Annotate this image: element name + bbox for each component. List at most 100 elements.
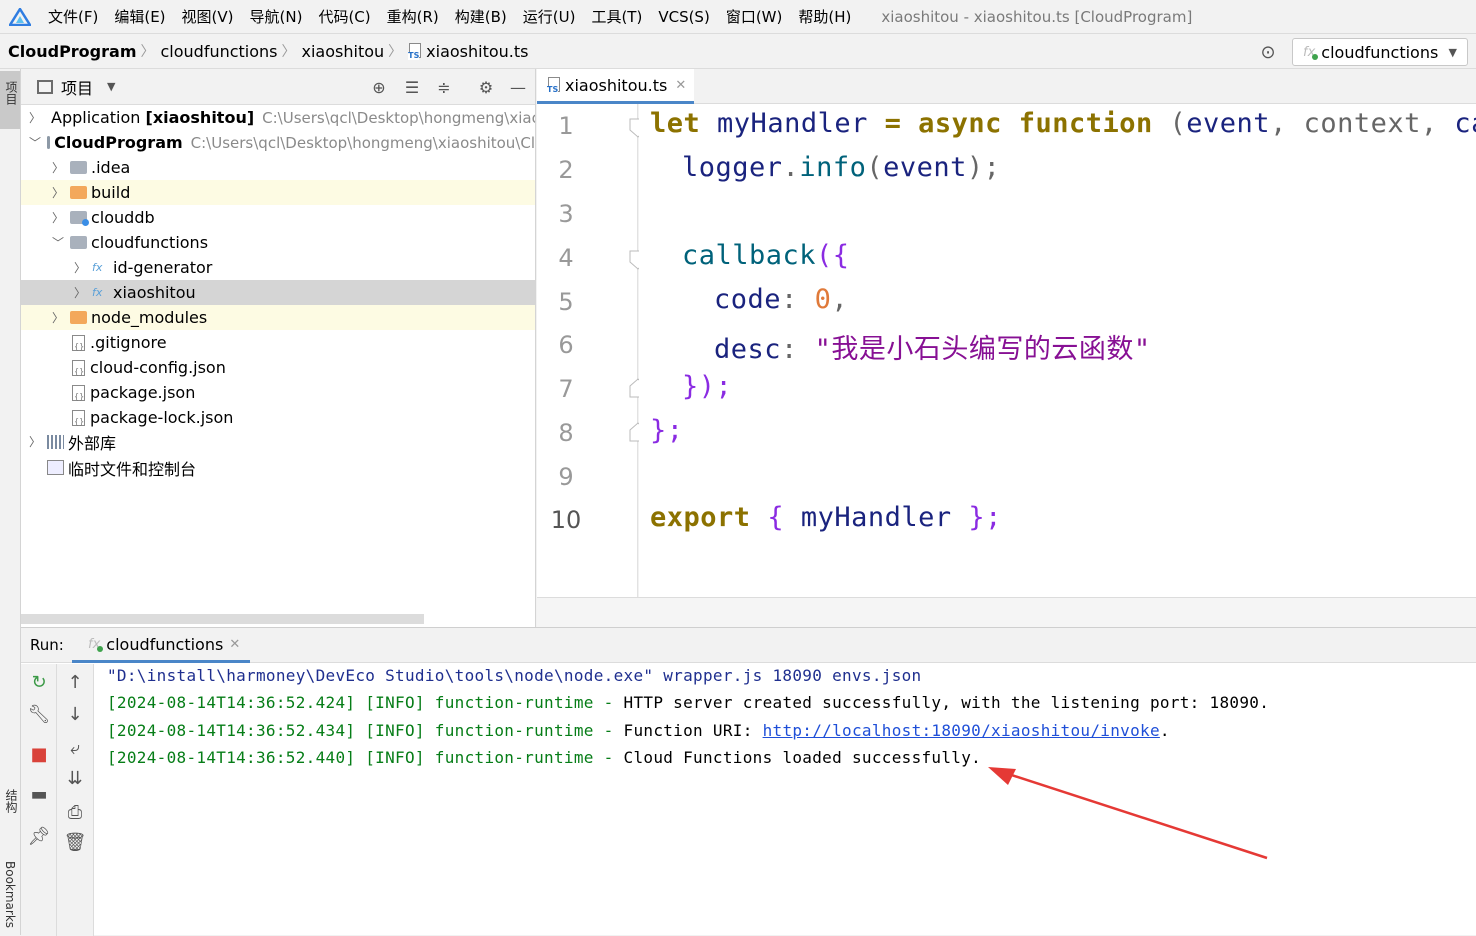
arrow-down-icon[interactable]: ↓ [63,702,87,726]
console-line: "D:\install\harmoney\DevEco Studio\tools… [107,666,922,685]
menu-edit[interactable]: 编辑(E) [106,6,173,27]
chevron-right-icon: 〉 [140,44,155,60]
tree-item-id-generator[interactable]: 〉 fx id-generator [21,255,535,280]
tree-item-xiaoshitou[interactable]: 〉 fx xiaoshitou [21,280,535,305]
chevron-right-icon: 〉 [388,44,403,60]
project-view-icon [37,79,53,94]
console-line: [2024-08-14T14:36:52.440] [INFO] functio… [107,748,982,767]
tree-item-node-modules[interactable]: 〉 node_modules [21,305,535,330]
minimize-icon[interactable]: — [508,77,528,97]
menu-build[interactable]: 构建(B) [447,6,515,27]
chevron-right-icon[interactable]: 〉 [74,284,86,301]
function-icon: fx [1303,44,1319,60]
tree-item-label: build [91,183,131,202]
tree-item-application[interactable]: 〉 Application [xiaoshitou] C:\Users\qcl\… [21,105,535,130]
scroll-to-end-icon[interactable]: ⇊ [63,766,87,790]
tree-item-package-lock[interactable]: package-lock.json [21,405,535,430]
trash-icon[interactable]: 🗑︎ [63,830,87,854]
project-tool-button[interactable]: 项目 [0,71,20,129]
file-icon [72,334,85,351]
breadcrumb-file[interactable]: xiaoshitou.ts [426,42,528,61]
menu-navigate[interactable]: 导航(N) [242,6,311,27]
editor-tab-bar: TS xiaoshitou.ts ✕ [537,69,1476,104]
line-number: 9 [558,463,574,491]
print-icon[interactable]: ⎙ [63,800,87,824]
tree-item-cloudprogram[interactable]: ﹀ CloudProgram C:\Users\qcl\Desktop\hong… [21,130,535,155]
tree-item-gitignore[interactable]: .gitignore [21,330,535,355]
chevron-right-icon[interactable]: 〉 [52,159,64,176]
run-tab-cloudfunctions[interactable]: fx cloudfunctions ✕ [72,628,250,663]
chevron-right-icon[interactable]: 〉 [29,433,41,450]
project-panel-title[interactable]: 项目 [61,75,93,99]
menu-run[interactable]: 运行(U) [515,6,584,27]
close-icon[interactable]: ✕ [229,637,240,652]
code-editor[interactable]: let myHandler = async function (event, c… [639,104,1476,597]
chevron-down-icon[interactable]: ﹀ [29,134,41,151]
chevron-right-icon[interactable]: 〉 [52,209,64,226]
wrench-icon[interactable]: 🔧︎ [27,702,51,726]
run-configuration-select[interactable]: fx cloudfunctions ▼ [1292,38,1468,66]
project-panel: 项目 ▼ ⊕ ☰ ≑ ⚙ — 〉 Application [xiaoshitou… [21,69,536,627]
code-line-2: logger.info(event); [682,152,1001,183]
menu-window[interactable]: 窗口(W) [718,6,791,27]
menu-file[interactable]: 文件(F) [40,6,106,27]
chevron-right-icon[interactable]: 〉 [52,184,64,201]
rerun-icon[interactable]: ↻ [27,670,51,694]
arrow-up-icon[interactable]: ↑ [63,670,87,694]
breadcrumb-xiaoshitou[interactable]: xiaoshitou [302,42,385,61]
tab-xiaoshitou-ts[interactable]: TS xiaoshitou.ts ✕ [537,69,694,104]
expand-all-icon[interactable]: ☰ [402,77,422,97]
tree-item-label: package-lock.json [90,408,234,427]
tree-item-label: package.json [90,383,196,402]
tree-item-clouddb[interactable]: 〉 clouddb [21,205,535,230]
soft-wrap-icon[interactable]: ⤶ [63,736,87,760]
close-icon[interactable]: ✕ [675,78,686,93]
scratches-icon [47,460,64,475]
breadcrumb-project[interactable]: CloudProgram [8,42,136,61]
excluded-folder-icon [70,311,87,324]
tree-item-label: .idea [91,158,131,177]
tree-item-cloud-config[interactable]: cloud-config.json [21,355,535,380]
stop-icon[interactable]: ■ [27,742,51,766]
module-folder-icon [47,136,51,149]
chevron-right-icon[interactable]: 〉 [74,259,86,276]
menu-vcs[interactable]: VCS(S) [650,8,717,26]
horizontal-scrollbar[interactable] [21,614,424,624]
menu-code[interactable]: 代码(C) [310,6,378,27]
tree-item-path: C:\Users\qcl\Desktop\hongmeng\xiaos [262,108,535,127]
target-icon[interactable]: ⊙ [1258,42,1278,63]
menu-tools[interactable]: 工具(T) [583,6,650,27]
console-output[interactable]: "D:\install\harmoney\DevEco Studio\tools… [107,666,1467,926]
layout-icon[interactable]: ▬ [27,782,51,806]
menu-view[interactable]: 视图(V) [174,6,242,27]
chevron-right-icon[interactable]: 〉 [29,109,41,126]
chevron-down-icon[interactable]: ﹀ [52,234,64,251]
breadcrumb-cloudfunctions[interactable]: cloudfunctions [160,42,277,61]
structure-tool-button[interactable]: 结构 [3,789,20,813]
collapse-all-icon[interactable]: ≑ [434,77,454,97]
bookmarks-tool-button[interactable]: Bookmarks [3,861,17,928]
menu-help[interactable]: 帮助(H) [790,6,859,27]
deveco-logo-icon [0,0,40,33]
tree-item-build[interactable]: 〉 build [21,180,535,205]
chevron-right-icon[interactable]: 〉 [52,309,64,326]
gear-icon[interactable]: ⚙ [476,77,496,97]
function-uri-link[interactable]: http://localhost:18090/xiaoshitou/invoke [763,721,1160,740]
line-number: 4 [558,244,574,272]
tree-item-scratches[interactable]: 临时文件和控制台 [21,455,535,480]
pin-icon[interactable]: 📌︎ [27,824,51,848]
line-number: 5 [558,288,574,316]
tree-item-idea[interactable]: 〉 .idea [21,155,535,180]
dropdown-arrow-icon[interactable]: ▼ [107,80,115,93]
code-line-7: }); [682,371,733,402]
tree-item-external-libraries[interactable]: 〉 外部库 [21,429,535,454]
locate-file-icon[interactable]: ⊕ [369,77,389,97]
line-number: 3 [558,200,574,228]
run-tab-label: cloudfunctions [106,634,224,654]
tree-item-cloudfunctions[interactable]: ﹀ cloudfunctions [21,230,535,255]
project-tool-label: 项目 [4,81,18,105]
tree-item-package-json[interactable]: package.json [21,380,535,405]
json-file-icon [72,359,85,376]
tree-item-label: 外部库 [68,433,117,453]
menu-refactor[interactable]: 重构(R) [379,6,447,27]
